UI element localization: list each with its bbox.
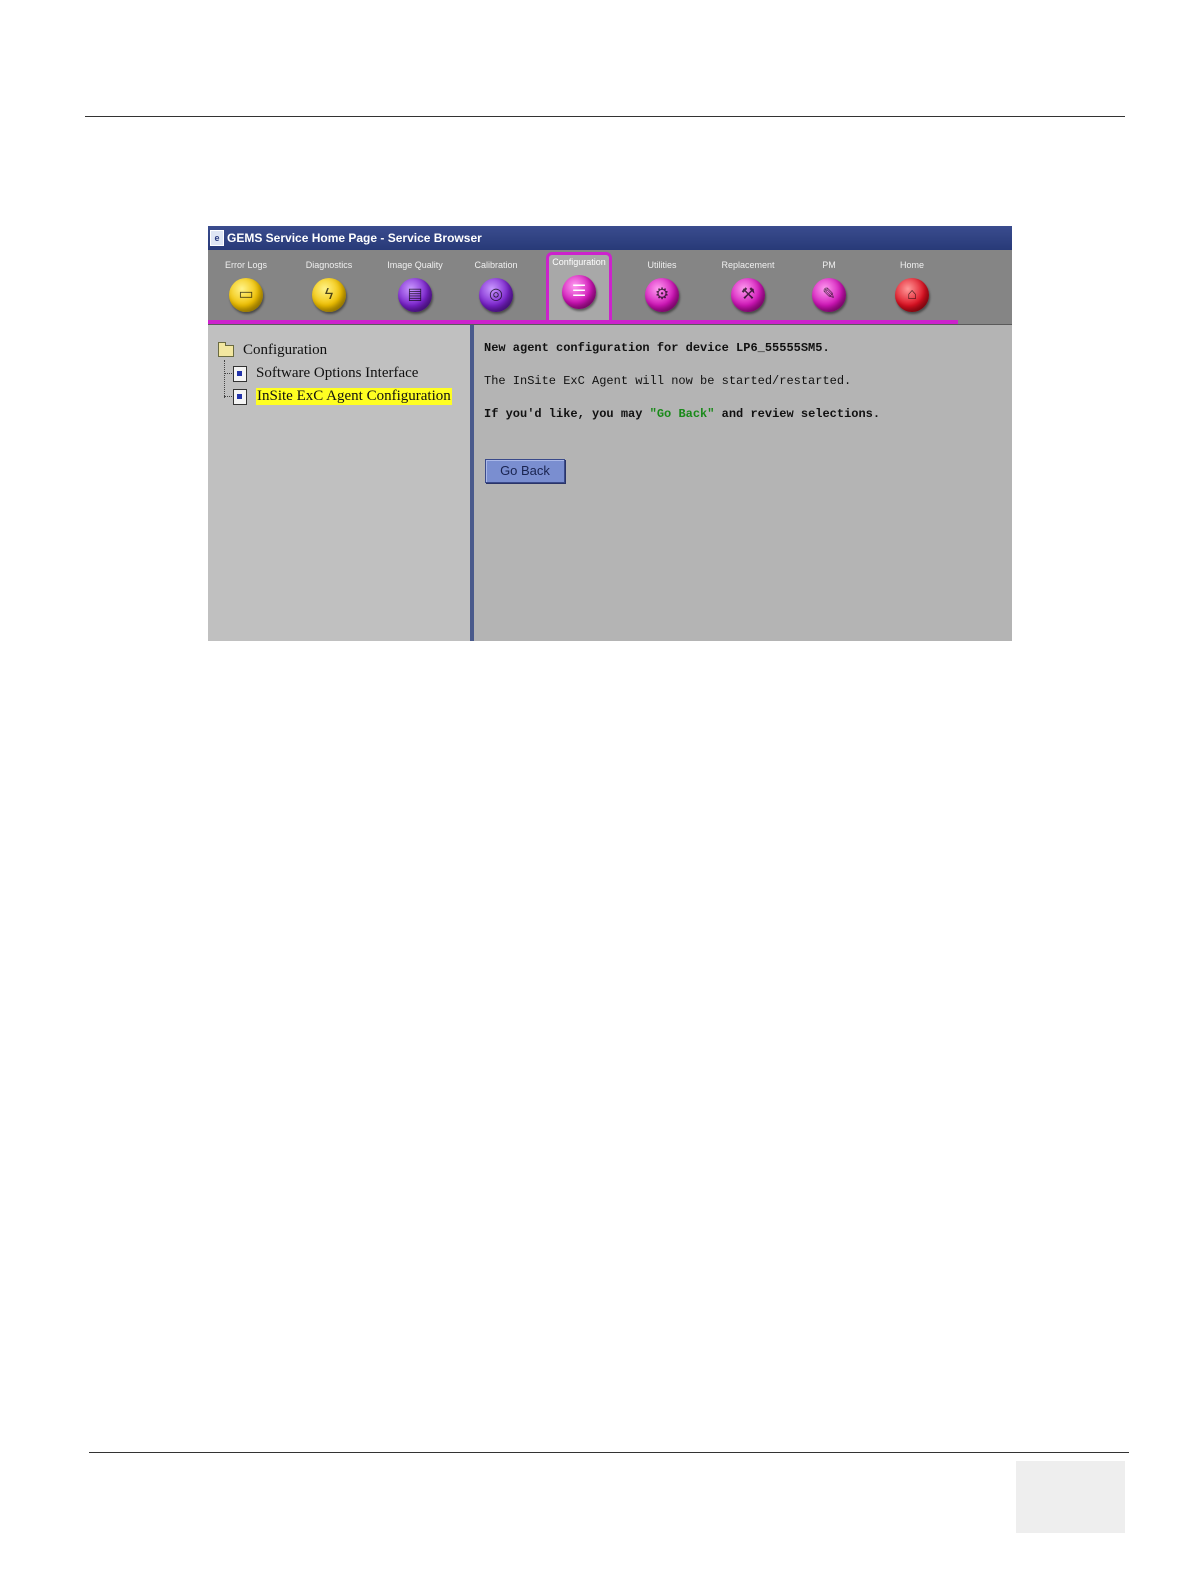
tree-item-label: Software Options Interface	[256, 365, 419, 381]
status-message-go-back: If you'd like, you may "Go Back" and rev…	[484, 407, 880, 421]
tree-item-insite-agent-config[interactable]: InSite ExC Agent Configuration	[224, 388, 452, 405]
tab-image-quality[interactable]: Image Quality ▤	[377, 256, 453, 316]
stethoscope-icon: ϟ	[312, 278, 346, 312]
message-text: and review selections.	[714, 407, 881, 421]
page-top-rule	[85, 116, 1125, 117]
home-icon: ⌂	[895, 278, 929, 312]
tab-replacement[interactable]: Replacement ⚒	[710, 256, 786, 316]
tab-label: Diagnostics	[305, 260, 353, 270]
page-icon	[233, 388, 247, 405]
tree-root-configuration[interactable]: Configuration	[218, 341, 328, 359]
page-number-box	[1016, 1461, 1125, 1533]
configuration-icon: ☰	[562, 275, 596, 309]
tree-item-label: InSite ExC Agent Configuration	[256, 388, 452, 405]
configuration-content: New agent configuration for device LP6_5…	[474, 325, 1012, 641]
replacement-icon: ⚒	[731, 278, 765, 312]
tab-home[interactable]: Home ⌂	[874, 256, 950, 316]
tab-label: Calibration	[474, 260, 518, 270]
error-logs-icon: ▭	[229, 278, 263, 312]
title-bar: e GEMS Service Home Page - Service Brows…	[208, 226, 1012, 250]
tab-pm[interactable]: PM ✎	[791, 256, 867, 316]
tab-label: Configuration	[552, 257, 606, 267]
page-bottom-rule	[89, 1452, 1129, 1453]
tab-label: Image Quality	[387, 260, 443, 270]
content-panes: Configuration Software Options Interface…	[208, 325, 1012, 641]
tab-label: Home	[899, 260, 924, 270]
pm-icon: ✎	[812, 278, 846, 312]
calibration-icon: ◎	[479, 278, 513, 312]
go-back-link-text: "Go Back"	[649, 407, 715, 421]
browser-icon: e	[210, 230, 224, 246]
service-toolbar: Error Logs ▭ Diagnostics ϟ Image Quality…	[208, 250, 1012, 325]
message-text: If you'd like, you may	[484, 407, 650, 421]
tab-label: Utilities	[647, 260, 677, 270]
tree-item-software-options[interactable]: Software Options Interface	[224, 365, 418, 382]
service-browser-window: e GEMS Service Home Page - Service Brows…	[208, 226, 1012, 641]
tree-connector	[224, 373, 232, 374]
page-icon	[233, 365, 247, 382]
tab-diagnostics[interactable]: Diagnostics ϟ	[291, 256, 367, 316]
image-quality-icon: ▤	[398, 278, 432, 312]
window-title: GEMS Service Home Page - Service Browser	[227, 231, 482, 245]
navigation-tree: Configuration Software Options Interface…	[208, 325, 470, 641]
tab-error-logs[interactable]: Error Logs ▭	[208, 256, 284, 316]
folder-open-icon	[218, 341, 234, 357]
tab-label: Replacement	[721, 260, 775, 270]
tab-calibration[interactable]: Calibration ◎	[458, 256, 534, 316]
tree-root-label: Configuration	[243, 342, 328, 358]
tab-utilities[interactable]: Utilities ⚙	[624, 256, 700, 316]
status-message-agent: The InSite ExC Agent will now be started…	[484, 374, 852, 388]
status-message-device: New agent configuration for device LP6_5…	[484, 341, 830, 355]
utilities-icon: ⚙	[645, 278, 679, 312]
tab-label: Error Logs	[224, 260, 268, 270]
go-back-button[interactable]: Go Back	[485, 459, 565, 483]
tab-configuration[interactable]: Configuration ☰	[546, 252, 612, 320]
tree-connector	[224, 396, 232, 397]
tab-label: PM	[822, 260, 836, 270]
